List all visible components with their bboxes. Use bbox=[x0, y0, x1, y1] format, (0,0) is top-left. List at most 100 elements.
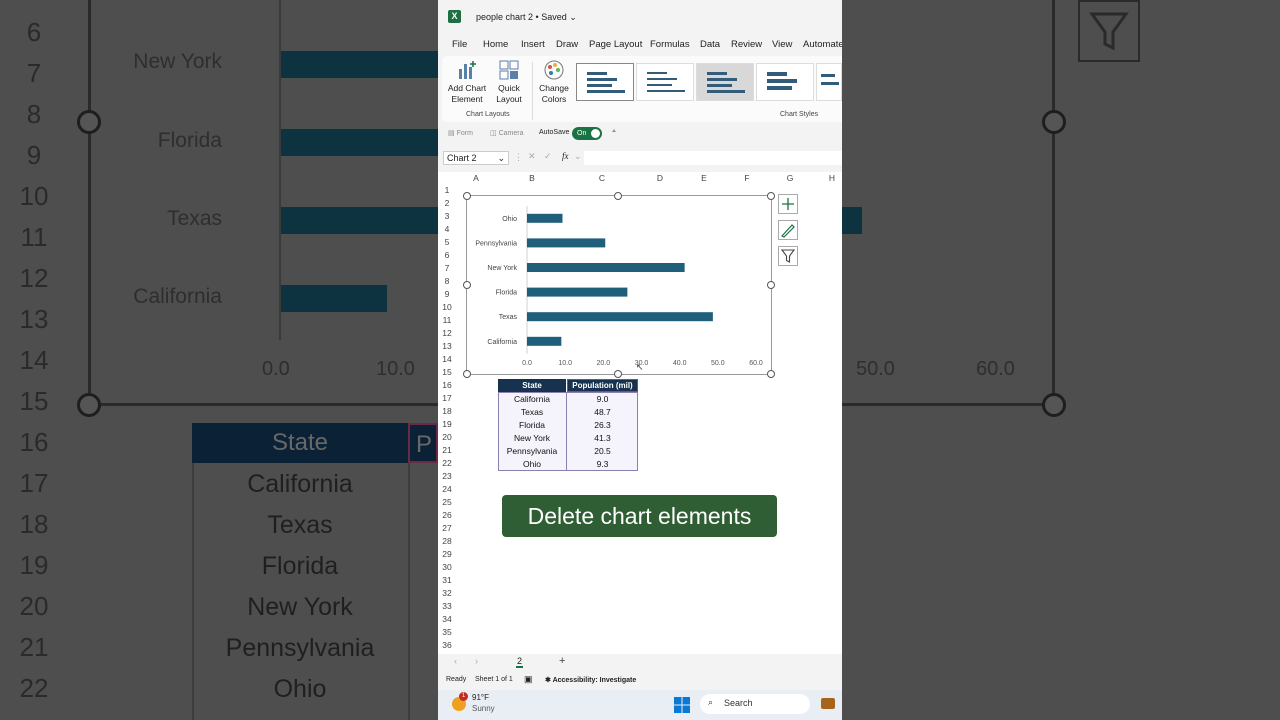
menu-insert[interactable]: Insert bbox=[521, 39, 545, 50]
spreadsheet-grid[interactable]: A B C D E F G H 1 2 3 4 5 6 7 8 9 10 11 12 13 14 15 16 1… bbox=[438, 172, 842, 654]
row-header[interactable]: 3 bbox=[438, 211, 456, 221]
autosave-toggle[interactable]: On bbox=[572, 127, 602, 140]
resize-handle[interactable] bbox=[767, 192, 775, 200]
bar[interactable] bbox=[527, 238, 606, 248]
next-sheet-icon[interactable]: › bbox=[475, 656, 478, 666]
table-header-population[interactable]: Population (mil) bbox=[567, 379, 638, 392]
change-colors-button[interactable]: Change Colors bbox=[536, 59, 572, 105]
chart-filters-button[interactable] bbox=[778, 246, 798, 266]
row-header[interactable]: 17 bbox=[438, 393, 456, 403]
resize-handle[interactable] bbox=[463, 370, 471, 378]
row-header[interactable]: 18 bbox=[438, 406, 456, 416]
resize-handle[interactable] bbox=[614, 192, 622, 200]
column-header[interactable]: G bbox=[770, 172, 810, 184]
windows-start-icon[interactable] bbox=[674, 697, 690, 715]
row-header[interactable]: 28 bbox=[438, 536, 456, 546]
row-header[interactable]: 8 bbox=[438, 276, 456, 286]
row-header[interactable]: 32 bbox=[438, 588, 456, 598]
add-chart-element-button[interactable]: Add Chart Element bbox=[446, 59, 488, 105]
row-header[interactable]: 12 bbox=[438, 328, 456, 338]
row-header[interactable]: 21 bbox=[438, 445, 456, 455]
table-cell-population[interactable]: 26.3 bbox=[567, 419, 638, 432]
column-header[interactable]: H bbox=[814, 172, 842, 184]
column-header[interactable]: B bbox=[512, 172, 552, 184]
row-header[interactable]: 5 bbox=[438, 237, 456, 247]
row-header[interactable]: 31 bbox=[438, 575, 456, 585]
row-header[interactable]: 4 bbox=[438, 224, 456, 234]
cancel-icon[interactable]: ✕ bbox=[528, 151, 536, 162]
menu-page-layout[interactable]: Page Layout bbox=[589, 39, 642, 50]
column-header[interactable]: A bbox=[458, 172, 494, 184]
table-cell-population[interactable]: 48.7 bbox=[567, 406, 638, 419]
column-header[interactable]: F bbox=[727, 172, 767, 184]
resize-handle[interactable] bbox=[767, 370, 775, 378]
table-cell-population[interactable]: 9.3 bbox=[567, 458, 638, 471]
table-header-state[interactable]: State bbox=[498, 379, 566, 392]
row-header[interactable]: 22 bbox=[438, 458, 456, 468]
chart-style-4[interactable] bbox=[756, 63, 814, 101]
menu-data[interactable]: Data bbox=[700, 39, 720, 50]
row-header[interactable]: 9 bbox=[438, 289, 456, 299]
row-header[interactable]: 10 bbox=[438, 302, 456, 312]
row-header[interactable]: 7 bbox=[438, 263, 456, 273]
menu-draw[interactable]: Draw bbox=[556, 39, 578, 50]
table-cell-state[interactable]: Florida bbox=[498, 419, 566, 432]
row-header[interactable]: 16 bbox=[438, 380, 456, 390]
chart-style-3[interactable] bbox=[696, 63, 754, 101]
formula-input[interactable] bbox=[584, 151, 842, 165]
chart-style-5[interactable] bbox=[816, 63, 842, 101]
row-header[interactable]: 6 bbox=[438, 250, 456, 260]
bar[interactable] bbox=[527, 213, 563, 223]
row-header[interactable]: 14 bbox=[438, 354, 456, 364]
chart-elements-button[interactable] bbox=[778, 194, 798, 214]
bar[interactable] bbox=[527, 336, 562, 346]
row-header[interactable]: 20 bbox=[438, 432, 456, 442]
row-header[interactable]: 15 bbox=[438, 367, 456, 377]
row-header[interactable]: 36 bbox=[438, 640, 456, 650]
insert-function-button[interactable]: fx bbox=[562, 151, 569, 161]
add-sheet-button[interactable]: + bbox=[559, 655, 565, 667]
menu-home[interactable]: Home bbox=[483, 39, 508, 50]
customize-toolbar-icon[interactable]: ⩡ bbox=[612, 128, 616, 136]
bar[interactable] bbox=[527, 287, 628, 297]
menu-formulas[interactable]: Formulas bbox=[650, 39, 690, 50]
form-button[interactable]: ▤ Form bbox=[448, 129, 473, 137]
taskbar-search[interactable]: ⌕ Search bbox=[700, 694, 810, 714]
table-cell-state[interactable]: Texas bbox=[498, 406, 566, 419]
prev-sheet-icon[interactable]: ‹ bbox=[454, 656, 457, 666]
column-header[interactable]: C bbox=[582, 172, 622, 184]
table-cell-population[interactable]: 9.0 bbox=[567, 393, 638, 406]
chart-style-1[interactable] bbox=[576, 63, 634, 101]
table-cell-state[interactable]: Ohio bbox=[498, 458, 566, 471]
table-cell-population[interactable]: 20.5 bbox=[567, 445, 638, 458]
row-header[interactable]: 25 bbox=[438, 497, 456, 507]
row-header[interactable]: 34 bbox=[438, 614, 456, 624]
resize-handle[interactable] bbox=[614, 370, 622, 378]
accessibility-status[interactable]: ✱ Accessibility: Investigate bbox=[545, 676, 636, 684]
sheet-tab-active[interactable]: 2 bbox=[516, 656, 524, 668]
row-header[interactable]: 35 bbox=[438, 627, 456, 637]
menu-automate[interactable]: Automate bbox=[803, 39, 842, 50]
row-header[interactable]: 30 bbox=[438, 562, 456, 572]
row-header[interactable]: 24 bbox=[438, 484, 456, 494]
camera-button[interactable]: ◫ Camera bbox=[490, 129, 523, 137]
resize-handle[interactable] bbox=[463, 281, 471, 289]
row-header[interactable]: 29 bbox=[438, 549, 456, 559]
menu-view[interactable]: View bbox=[772, 39, 792, 50]
confirm-icon[interactable]: ✓ bbox=[544, 151, 552, 162]
row-header[interactable]: 1 bbox=[438, 185, 456, 195]
table-cell-state[interactable]: Pennsylvania bbox=[498, 445, 566, 458]
macro-record-icon[interactable]: ▣ bbox=[524, 674, 533, 685]
chart-style-2[interactable] bbox=[636, 63, 694, 101]
chart[interactable]: Ohio Pennsylvania New York Florida Texas Cali… bbox=[466, 195, 772, 375]
column-header[interactable]: E bbox=[684, 172, 724, 184]
name-box[interactable]: Chart 2 ⌄ bbox=[443, 151, 509, 165]
row-header[interactable]: 27 bbox=[438, 523, 456, 533]
row-header[interactable]: 11 bbox=[438, 315, 456, 325]
menu-review[interactable]: Review bbox=[731, 39, 762, 50]
column-header[interactable]: D bbox=[640, 172, 680, 184]
table-cell-state[interactable]: New York bbox=[498, 432, 566, 445]
quick-layout-button[interactable]: Quick Layout bbox=[492, 59, 526, 105]
bar[interactable] bbox=[527, 312, 713, 322]
resize-handle[interactable] bbox=[767, 281, 775, 289]
